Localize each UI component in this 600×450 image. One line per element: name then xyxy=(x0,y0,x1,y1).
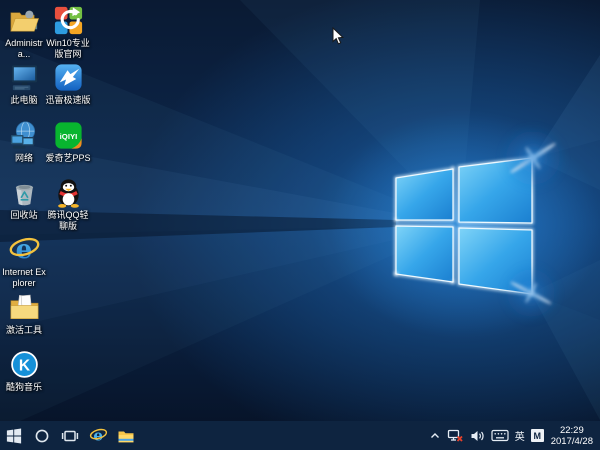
desktop-icon-label: 腾讯QQ轻聊版 xyxy=(47,210,89,231)
ime-mode-indicator[interactable]: M xyxy=(528,421,547,450)
svg-text:iQIYI: iQIYI xyxy=(59,132,77,141)
file-explorer-button[interactable] xyxy=(112,421,140,450)
this-pc-icon xyxy=(11,65,37,91)
desktop-icon-label: 酷狗音乐 xyxy=(5,382,42,392)
ie-taskbar-icon: e xyxy=(89,427,107,445)
desktop-icon-label: Administra... xyxy=(5,38,43,59)
ime-mode-label: M xyxy=(530,429,544,442)
task-view-button[interactable] xyxy=(56,421,84,450)
desktop-icon-internet-explorer[interactable]: e Internet Explorer xyxy=(1,233,47,289)
desktop-icon-label: 回收站 xyxy=(10,210,38,220)
touch-keyboard-button[interactable] xyxy=(488,421,512,450)
desktop-icon-qq[interactable]: 腾讯QQ轻聊版 xyxy=(45,176,91,232)
desktop-icon-thunder[interactable]: 迅雷极速版 xyxy=(45,61,91,106)
desktop-icon-this-pc[interactable]: 此电脑 xyxy=(1,61,47,106)
desktop-icon-label: 迅雷极速版 xyxy=(45,95,91,105)
taskbar-left-group: e xyxy=(0,421,140,450)
system-tray: 英 M 22:29 2017/4/28 xyxy=(426,421,600,450)
iqiyi-icon: iQIYI xyxy=(54,122,82,149)
clock-date: 2017/4/28 xyxy=(550,435,593,447)
network-disconnected-icon xyxy=(447,429,463,442)
svg-text:K: K xyxy=(18,357,30,374)
windows-desktop: Administra... Win10专业版官网 此电脑 迅雷极速版 网络 iQ… xyxy=(0,0,600,450)
desktop-icon-iqiyi[interactable]: iQIYI 爱奇艺PPS xyxy=(45,119,91,164)
start-button[interactable] xyxy=(0,421,28,450)
recycle-bin-icon xyxy=(15,184,33,206)
search-button[interactable] xyxy=(28,421,56,450)
mouse-cursor xyxy=(332,27,344,45)
qq-penguin-icon xyxy=(57,179,79,208)
language-label: 英 xyxy=(514,432,525,443)
chevron-up-icon xyxy=(430,432,439,438)
network-status-button[interactable] xyxy=(444,421,467,450)
task-view-icon xyxy=(61,430,79,441)
thunder-bird-icon xyxy=(54,64,82,91)
desktop-icon-label: Win10专业版官网 xyxy=(46,38,90,59)
clock-time: 22:29 xyxy=(559,424,584,436)
network-globe-icon xyxy=(10,121,35,149)
desktop-icon-label: 此电脑 xyxy=(10,95,38,105)
clock[interactable]: 22:29 2017/4/28 xyxy=(547,425,600,447)
desktop-icon-label: Internet Explorer xyxy=(2,267,46,288)
volume-button[interactable] xyxy=(467,421,488,450)
ie-taskbar-button[interactable]: e xyxy=(84,421,112,450)
taskbar: e 英 M 22:29 2017/4/28 xyxy=(0,421,600,450)
input-language-indicator[interactable]: 英 xyxy=(512,421,528,450)
desktop-icon-win10-website[interactable]: Win10专业版官网 xyxy=(45,4,91,60)
desktop-icon-activation-tools[interactable]: 激活工具 xyxy=(1,291,47,336)
search-circle-icon xyxy=(35,429,49,442)
desktop-icon-recycle-bin[interactable]: 回收站 xyxy=(1,176,47,221)
desktop-icon-administrator[interactable]: Administra... xyxy=(1,4,47,60)
user-folder-icon xyxy=(10,10,39,32)
desktop-icon-network[interactable]: 网络 xyxy=(1,119,47,164)
file-explorer-icon xyxy=(118,431,134,442)
error-x-badge xyxy=(456,435,463,442)
show-hidden-icons-button[interactable] xyxy=(426,421,444,450)
start-windows-icon xyxy=(6,428,22,443)
ie-icon: e xyxy=(9,234,39,265)
desktop-icon-kugou[interactable]: K 酷狗音乐 xyxy=(1,348,47,393)
win10-website-icon xyxy=(54,6,82,35)
speaker-icon xyxy=(471,430,484,441)
touch-keyboard-icon xyxy=(491,429,509,442)
tools-folder-icon xyxy=(10,294,38,319)
desktop-icon-label: 激活工具 xyxy=(5,325,42,335)
desktop-icon-label: 网络 xyxy=(14,153,33,163)
desktop-icon-label: 爱奇艺PPS xyxy=(45,153,91,163)
kugou-icon: K xyxy=(10,351,38,378)
